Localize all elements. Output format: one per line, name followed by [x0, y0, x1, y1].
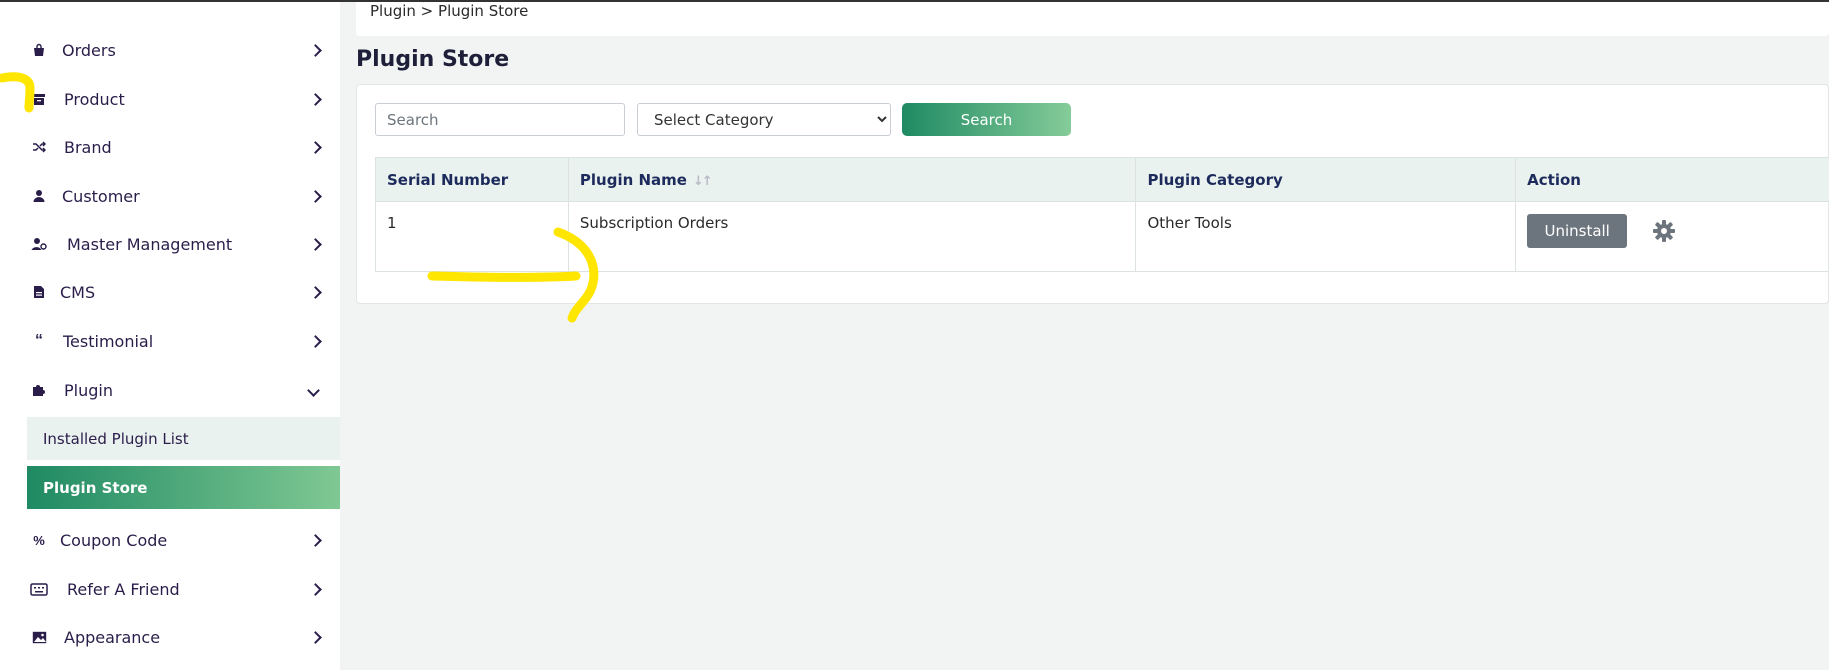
sidebar-item-label: Product — [64, 89, 125, 109]
sidebar-item-label: Customer — [62, 186, 140, 206]
shuffle-icon — [30, 138, 48, 156]
category-select[interactable]: Select Category — [637, 103, 891, 136]
sidebar-item-label: Testimonial — [63, 331, 154, 351]
chevron-right-icon — [309, 43, 322, 57]
sidebar-item-label: Coupon Code — [60, 530, 168, 550]
sidebar-subitem-plugin-store[interactable]: Plugin Store — [27, 466, 340, 509]
column-header-plugin-name[interactable]: Plugin Name ↓↑ — [567, 157, 1137, 202]
chevron-right-icon — [309, 533, 322, 547]
sidebar-item-label: Refer A Friend — [67, 579, 180, 599]
sidebar-item-label: Plugin — [64, 380, 113, 400]
chevron-right-icon — [309, 140, 322, 154]
table-row: 1 Subscription Orders Other Tools Uninst… — [375, 201, 1829, 272]
search-button[interactable]: Search — [902, 103, 1071, 136]
sidebar-item-label: CMS — [60, 282, 96, 302]
shopping-bag-icon — [30, 41, 48, 59]
uninstall-button[interactable]: Uninstall — [1527, 214, 1628, 248]
sidebar-item-refer-a-friend[interactable]: Refer A Friend — [0, 567, 340, 611]
column-header-serial-number: Serial Number — [375, 157, 569, 202]
gear-icon[interactable] — [1652, 219, 1676, 243]
sort-icon[interactable]: ↓↑ — [693, 174, 713, 189]
column-header-action: Action — [1515, 157, 1829, 202]
sidebar-item-plugin[interactable]: Plugin — [0, 368, 340, 412]
puzzle-icon — [30, 381, 48, 399]
sidebar-item-master-management[interactable]: Master Management — [0, 222, 340, 266]
chevron-right-icon — [309, 334, 322, 348]
archive-box-icon — [30, 90, 48, 108]
user-gear-icon — [30, 235, 48, 253]
top-border — [0, 0, 1829, 2]
sidebar-item-product[interactable]: Product — [0, 77, 340, 121]
chevron-right-icon — [309, 285, 322, 299]
user-icon — [30, 187, 48, 205]
cell-serial-number: 1 — [375, 201, 569, 272]
column-header-label: Plugin Category — [1147, 170, 1283, 189]
column-header-label: Plugin Name — [579, 170, 687, 189]
table-header-row: Serial Number Plugin Name ↓↑ Plugin Categ… — [375, 157, 1829, 202]
chevron-right-icon — [309, 92, 322, 106]
sidebar-item-customer[interactable]: Customer — [0, 174, 340, 218]
chevron-down-icon — [307, 383, 320, 397]
page-title: Plugin Store — [356, 47, 510, 72]
column-header-label: Serial Number — [387, 170, 509, 189]
cell-plugin-category: Other Tools — [1135, 201, 1517, 272]
sidebar-item-label: Brand — [64, 137, 112, 157]
sidebar-item-orders[interactable]: Orders — [0, 28, 340, 72]
sidebar-item-brand[interactable]: Brand — [0, 125, 340, 169]
cell-action: Uninstall — [1515, 201, 1829, 272]
sidebar-item-coupon-code[interactable]: % Coupon Code — [0, 518, 340, 562]
sidebar-item-label: Master Management — [67, 234, 233, 254]
search-input[interactable] — [375, 103, 625, 136]
sidebar-item-testimonial[interactable]: “ Testimonial — [0, 319, 340, 363]
sidebar-item-cms[interactable]: CMS — [0, 270, 340, 314]
breadcrumb: Plugin > Plugin Store — [370, 2, 529, 20]
sidebar-item-appearance[interactable]: Appearance — [0, 615, 340, 659]
chevron-right-icon — [309, 189, 322, 203]
image-icon — [30, 628, 48, 646]
sidebar-item-label: Appearance — [64, 627, 161, 647]
percent-icon: % — [33, 532, 45, 548]
sidebar: Orders Product Brand Customer Master Man… — [0, 0, 340, 670]
chevron-right-icon — [309, 237, 322, 251]
sidebar-subitem-installed-plugin-list[interactable]: Installed Plugin List — [27, 417, 340, 460]
sidebar-item-label: Orders — [62, 40, 116, 60]
chevron-right-icon — [309, 630, 322, 644]
quote-icon: “ — [35, 332, 43, 349]
cell-plugin-name: Subscription Orders — [567, 201, 1137, 272]
column-header-label: Action — [1527, 170, 1581, 189]
keyboard-icon — [30, 580, 48, 598]
plugin-store-card: Select Category Search Serial Number Plu… — [356, 84, 1829, 304]
document-icon — [30, 283, 48, 301]
chevron-right-icon — [309, 582, 322, 596]
breadcrumb-bar: Plugin > Plugin Store — [356, 0, 1829, 36]
plugin-table: Serial Number Plugin Name ↓↑ Plugin Categ… — [375, 157, 1829, 272]
column-header-plugin-category: Plugin Category — [1135, 157, 1517, 202]
